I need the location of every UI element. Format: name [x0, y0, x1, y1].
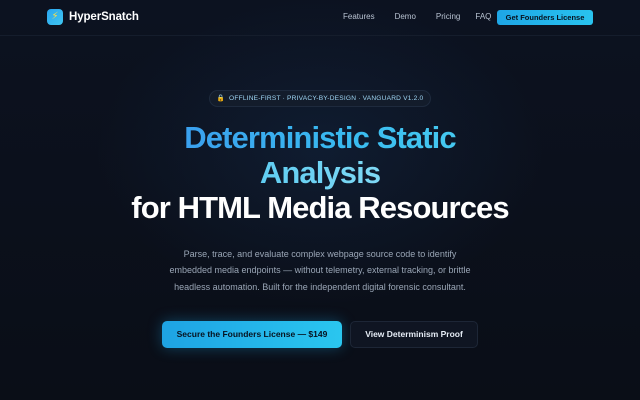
nav-link-pricing[interactable]: Pricing: [436, 12, 460, 21]
nav-link-features[interactable]: Features: [343, 12, 375, 21]
lock-icon: 🔒: [216, 95, 225, 102]
version-badge: 🔒 OFFLINE-FIRST · PRIVACY-BY-DESIGN · VA…: [209, 90, 431, 107]
hero-title-text-2: Analysis: [259, 155, 381, 190]
top-navbar: ⚡ HyperSnatch Features Demo Pricing FAQ …: [0, 0, 640, 36]
get-founders-license-button[interactable]: Get Founders License: [497, 10, 593, 25]
nav-link-demo[interactable]: Demo: [395, 12, 416, 21]
brand[interactable]: ⚡ HyperSnatch: [47, 9, 139, 25]
nav-link-faq[interactable]: FAQ: [475, 12, 491, 21]
hero-title-line-2: Analysis: [0, 155, 640, 191]
nav-links: Features Demo Pricing FAQ: [343, 12, 491, 21]
secure-founders-license-button[interactable]: Secure the Founders License — $149: [162, 321, 342, 348]
lightning-bolt-icon: ⚡: [47, 9, 63, 25]
view-determinism-proof-button[interactable]: View Determinism Proof: [350, 321, 478, 348]
hero-title-line-1: Deterministic Static: [0, 120, 640, 156]
brand-name: HyperSnatch: [69, 11, 139, 23]
hero-title-line-3: for HTML Media Resources: [131, 190, 509, 225]
hero-description: Parse, trace, and evaluate complex webpa…: [169, 249, 471, 292]
badge-text: OFFLINE-FIRST · PRIVACY-BY-DESIGN · VANG…: [229, 95, 424, 102]
hero-title-text-1: Deterministic Static: [184, 120, 456, 155]
